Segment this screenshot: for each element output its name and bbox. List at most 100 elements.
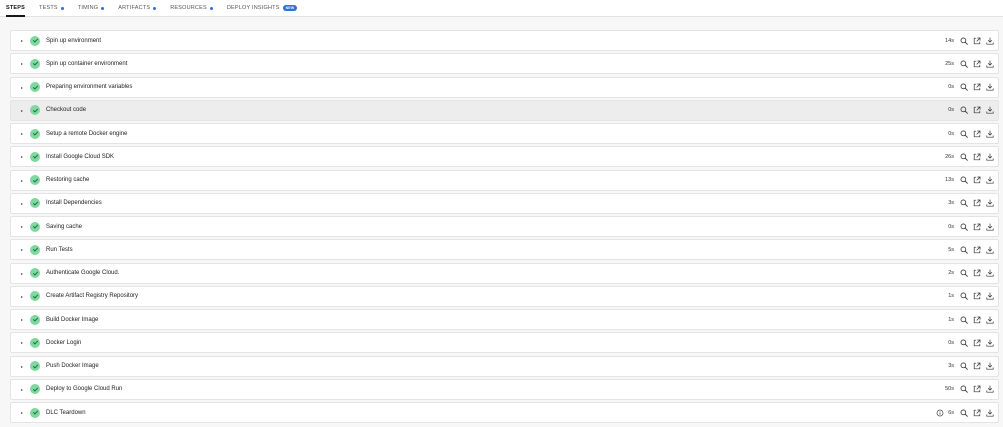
caret-right-icon[interactable]: ▸ bbox=[17, 61, 27, 66]
download-icon[interactable] bbox=[985, 362, 994, 371]
step-row[interactable]: ▸ Create Artifact Registry Repository 1s bbox=[10, 285, 999, 307]
step-row[interactable]: ▸ DLC Teardown 6s bbox=[10, 402, 999, 423]
download-icon[interactable] bbox=[985, 152, 994, 161]
step-row[interactable]: ▸ Deploy to Google Cloud Run 50s bbox=[10, 378, 999, 400]
download-icon[interactable] bbox=[985, 315, 994, 324]
step-row[interactable]: ▸ Checkout code 0s bbox=[10, 99, 999, 121]
step-row[interactable]: ▸ Install Google Cloud SDK 26s bbox=[10, 146, 999, 168]
tab-resources[interactable]: RESOURCES bbox=[170, 0, 213, 16]
step-duration: 3s bbox=[948, 363, 954, 369]
step-actions: 25s bbox=[945, 54, 994, 73]
open-external-icon[interactable] bbox=[972, 129, 981, 138]
caret-right-icon[interactable]: ▸ bbox=[17, 410, 27, 415]
step-row[interactable]: ▸ Preparing environment variables 0s bbox=[10, 76, 999, 98]
caret-right-icon[interactable]: ▸ bbox=[17, 201, 27, 206]
search-icon[interactable] bbox=[959, 83, 968, 92]
open-external-icon[interactable] bbox=[972, 385, 981, 394]
caret-right-icon[interactable]: ▸ bbox=[17, 38, 27, 43]
search-icon[interactable] bbox=[959, 408, 968, 417]
open-external-icon[interactable] bbox=[972, 152, 981, 161]
search-icon[interactable] bbox=[959, 362, 968, 371]
step-row[interactable]: ▸ Push Docker Image 3s bbox=[10, 355, 999, 377]
download-icon[interactable] bbox=[985, 385, 994, 394]
step-row[interactable]: ▸ Spin up environment 14s bbox=[10, 30, 999, 51]
step-row[interactable]: ▸ Saving cache 0s bbox=[10, 216, 999, 237]
open-external-icon[interactable] bbox=[972, 59, 981, 68]
search-icon[interactable] bbox=[959, 385, 968, 394]
caret-right-icon[interactable]: ▸ bbox=[17, 154, 27, 159]
step-row[interactable]: ▸ Authenticate Google Cloud. 2s bbox=[10, 262, 999, 284]
step-row[interactable]: ▸ Install Dependencies 3s bbox=[10, 192, 999, 214]
caret-right-icon[interactable]: ▸ bbox=[17, 294, 27, 299]
open-external-icon[interactable] bbox=[972, 292, 981, 301]
check-circle-icon bbox=[30, 151, 40, 162]
caret-right-icon[interactable]: ▸ bbox=[17, 247, 27, 252]
caret-right-icon[interactable]: ▸ bbox=[17, 387, 27, 392]
caret-right-icon[interactable]: ▸ bbox=[17, 364, 27, 369]
search-icon[interactable] bbox=[959, 245, 968, 254]
open-external-icon[interactable] bbox=[972, 222, 981, 231]
open-external-icon[interactable] bbox=[972, 269, 981, 278]
caret-right-icon[interactable]: ▸ bbox=[17, 178, 27, 183]
step-row[interactable]: ▸ Run Tests 5s bbox=[10, 239, 999, 261]
search-icon[interactable] bbox=[959, 36, 968, 45]
caret-right-icon[interactable]: ▸ bbox=[17, 108, 27, 113]
new-badge: NEW bbox=[282, 5, 298, 11]
download-icon[interactable] bbox=[985, 292, 994, 301]
step-name: Run Tests bbox=[46, 246, 73, 253]
search-icon[interactable] bbox=[959, 129, 968, 138]
open-external-icon[interactable] bbox=[972, 176, 981, 185]
tab-timing[interactable]: TIMING bbox=[78, 0, 105, 16]
download-icon[interactable] bbox=[985, 106, 994, 115]
open-external-icon[interactable] bbox=[972, 106, 981, 115]
open-external-icon[interactable] bbox=[972, 338, 981, 347]
step-name: Authenticate Google Cloud. bbox=[46, 270, 120, 276]
tab-steps[interactable]: STEPS bbox=[6, 0, 26, 17]
step-row[interactable]: ▸ Docker Login 0s bbox=[10, 332, 999, 354]
info-icon[interactable] bbox=[935, 408, 944, 417]
step-row[interactable]: ▸ Setup a remote Docker engine 0s bbox=[10, 123, 999, 144]
download-icon[interactable] bbox=[985, 222, 994, 231]
search-icon[interactable] bbox=[959, 106, 968, 115]
search-icon[interactable] bbox=[959, 315, 968, 324]
download-icon[interactable] bbox=[985, 176, 994, 185]
search-icon[interactable] bbox=[959, 199, 968, 208]
open-external-icon[interactable] bbox=[972, 315, 981, 324]
download-icon[interactable] bbox=[985, 269, 994, 278]
download-icon[interactable] bbox=[985, 59, 994, 68]
step-row[interactable]: ▸ Restoring cache 13s bbox=[10, 169, 999, 191]
caret-right-icon[interactable]: ▸ bbox=[17, 85, 27, 90]
caret-right-icon[interactable]: ▸ bbox=[17, 340, 27, 345]
search-icon[interactable] bbox=[959, 269, 968, 278]
caret-right-icon[interactable]: ▸ bbox=[17, 317, 27, 322]
download-icon[interactable] bbox=[985, 36, 994, 45]
caret-right-icon[interactable]: ▸ bbox=[17, 224, 27, 229]
open-external-icon[interactable] bbox=[972, 362, 981, 371]
download-icon[interactable] bbox=[985, 199, 994, 208]
search-icon[interactable] bbox=[959, 338, 968, 347]
tab-artifacts[interactable]: ARTIFACTS bbox=[118, 0, 157, 16]
search-icon[interactable] bbox=[959, 152, 968, 161]
search-icon[interactable] bbox=[959, 292, 968, 301]
download-icon[interactable] bbox=[985, 338, 994, 347]
download-icon[interactable] bbox=[985, 245, 994, 254]
open-external-icon[interactable] bbox=[972, 408, 981, 417]
search-icon[interactable] bbox=[959, 222, 968, 231]
download-icon[interactable] bbox=[985, 83, 994, 92]
open-external-icon[interactable] bbox=[972, 36, 981, 45]
tab-deploy-insights[interactable]: DEPLOY INSIGHTS NEW bbox=[227, 0, 298, 16]
tab-indicator-dot bbox=[101, 6, 105, 10]
download-icon[interactable] bbox=[985, 408, 994, 417]
step-row[interactable]: ▸ Spin up container environment 25s bbox=[10, 53, 999, 75]
step-row[interactable]: ▸ Build Docker Image 1s bbox=[10, 309, 999, 330]
open-external-icon[interactable] bbox=[972, 83, 981, 92]
caret-right-icon[interactable]: ▸ bbox=[17, 271, 27, 276]
tab-tests[interactable]: TESTS bbox=[39, 0, 64, 16]
search-icon[interactable] bbox=[959, 59, 968, 68]
search-icon[interactable] bbox=[959, 176, 968, 185]
caret-right-icon[interactable]: ▸ bbox=[17, 131, 27, 136]
download-icon[interactable] bbox=[985, 129, 994, 138]
check-circle-icon bbox=[30, 105, 40, 116]
open-external-icon[interactable] bbox=[972, 199, 981, 208]
open-external-icon[interactable] bbox=[972, 245, 981, 254]
